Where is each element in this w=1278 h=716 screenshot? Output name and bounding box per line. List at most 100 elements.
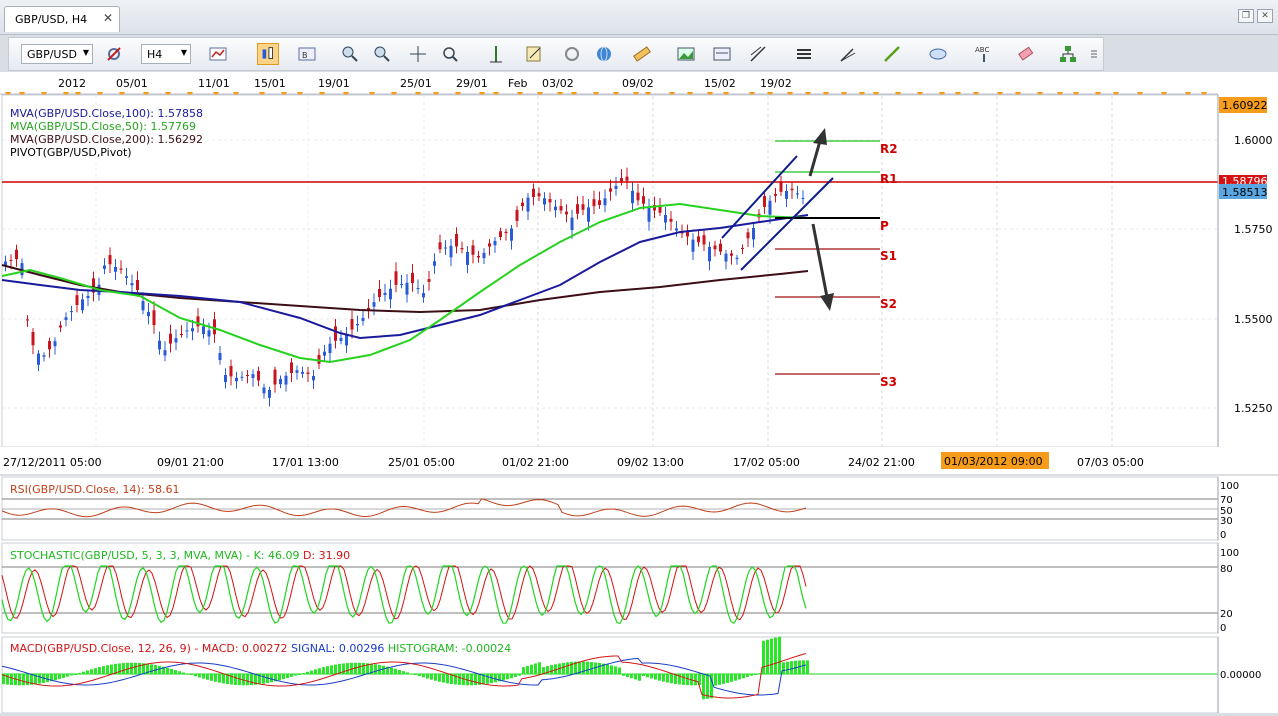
histogram-bar [362,662,365,674]
time-label: 09/02 13:00 [617,456,684,469]
globe-icon[interactable] [593,43,615,65]
histogram-bar [550,665,553,674]
line-chart-icon[interactable]: B [296,43,318,65]
candle-body [554,206,557,211]
restore-window-icon[interactable]: ❐ [1238,9,1254,23]
candle-body [488,243,491,247]
histogram-bar [714,674,717,686]
r2-label: R2 [880,142,898,156]
candle-body [394,271,398,285]
histogram-bar [94,668,97,674]
histogram-bar [430,674,433,680]
candle-body [691,239,695,252]
time-label: 27/12/2011 05:00 [3,456,102,469]
candle-body [581,204,585,210]
candle-body [180,334,183,336]
histogram-bar [750,674,753,676]
channel-icon[interactable] [793,43,815,65]
histogram-bar [78,672,81,674]
histogram-bar [422,674,425,678]
zoom-tool-icon[interactable] [439,43,461,65]
bar-chart-icon[interactable] [207,43,229,65]
close-tab-icon[interactable]: ✕ [103,11,113,25]
pen-icon[interactable] [837,43,859,65]
histogram-bar [198,674,201,678]
candle-body [774,193,777,196]
histogram-bar [286,674,289,679]
top-date-label: 09/02 [622,77,654,90]
histogram-bar [718,674,721,685]
timeframe-select[interactable]: H4 ▼ [141,44,191,64]
close-window-icon[interactable]: ✕ [1257,9,1273,23]
histogram-bar [382,665,385,674]
candle-body [609,188,612,192]
ma100-legend: MVA(GBP/USD.Close,100): 1.57858 [10,107,203,120]
candle-body [482,252,486,259]
candle-body [752,228,755,240]
histogram-bar [626,674,629,678]
ellipse-icon[interactable] [927,43,949,65]
more-tools-icon[interactable] [1087,43,1101,65]
chart-type-icon[interactable] [103,43,125,65]
candle-chart-icon[interactable] [257,43,279,65]
histogram-bar [686,674,689,686]
period-separator-icon[interactable] [485,43,507,65]
crosshair-icon[interactable] [407,43,429,65]
screenshot-icon[interactable] [711,43,733,65]
zoom-in-icon[interactable] [339,43,361,65]
histogram-bar [186,673,189,675]
symbol-value: GBP/USD [27,48,77,61]
candle-body [334,326,337,341]
candle-body [323,351,326,356]
histogram-bar [562,662,565,674]
macd-level: 0.00000 [1220,670,1261,681]
candle-body [735,257,739,260]
save-template-icon[interactable] [523,43,545,65]
zoom-out-icon[interactable] [371,43,393,65]
time-label: 24/02 21:00 [848,456,915,469]
symbol-select[interactable]: GBP/USD ▼ [21,44,93,64]
histogram-bar [790,661,793,674]
time-label: 17/01 13:00 [272,456,339,469]
svg-text:ABC: ABC [975,46,989,54]
histogram-bar [618,667,621,674]
histogram-bar [642,674,645,677]
fibonacci-icon[interactable] [747,43,769,65]
top-date-label: 15/02 [704,77,736,90]
candle-body [460,248,464,250]
refresh-icon[interactable] [561,43,583,65]
candle-body [356,324,359,326]
histogram-bar [418,674,421,677]
top-date-label: 19/01 [318,77,350,90]
chart-svg[interactable]: 2012 05/01 11/01 15/01 19/01 25/01 29/01… [0,72,1278,714]
price-tick: 1.5250 [1234,402,1273,415]
candle-body [229,365,233,377]
candle-body [174,338,178,343]
time-label: 17/02 05:00 [733,456,800,469]
chart-tab[interactable]: GBP/USD, H4 ✕ [4,6,120,32]
candle-body [53,341,57,347]
histogram-bar [786,661,789,674]
eraser-icon[interactable] [1015,43,1037,65]
histogram-bar [106,665,109,674]
histogram-bar [670,674,673,684]
histogram-bar [150,664,153,674]
ruler-icon[interactable] [631,43,653,65]
text-tool-icon[interactable]: ABC [973,43,995,65]
candle-body [295,370,299,373]
candle-body [713,245,717,250]
candle-body [218,353,222,361]
line-tool-icon[interactable] [881,43,903,65]
image-icon[interactable] [675,43,697,65]
current-price-label: 1.58513 [1222,186,1268,199]
candle-body [785,191,788,199]
candle-body [565,211,568,215]
chevron-down-icon: ▼ [180,48,187,57]
candle-body [26,319,29,321]
candle-body [625,176,629,181]
candle-body [70,311,73,313]
org-chart-icon[interactable] [1057,43,1079,65]
histogram-bar [210,674,213,681]
chart-area[interactable]: 2012 05/01 11/01 15/01 19/01 25/01 29/01… [0,72,1278,714]
candle-body [191,328,194,332]
